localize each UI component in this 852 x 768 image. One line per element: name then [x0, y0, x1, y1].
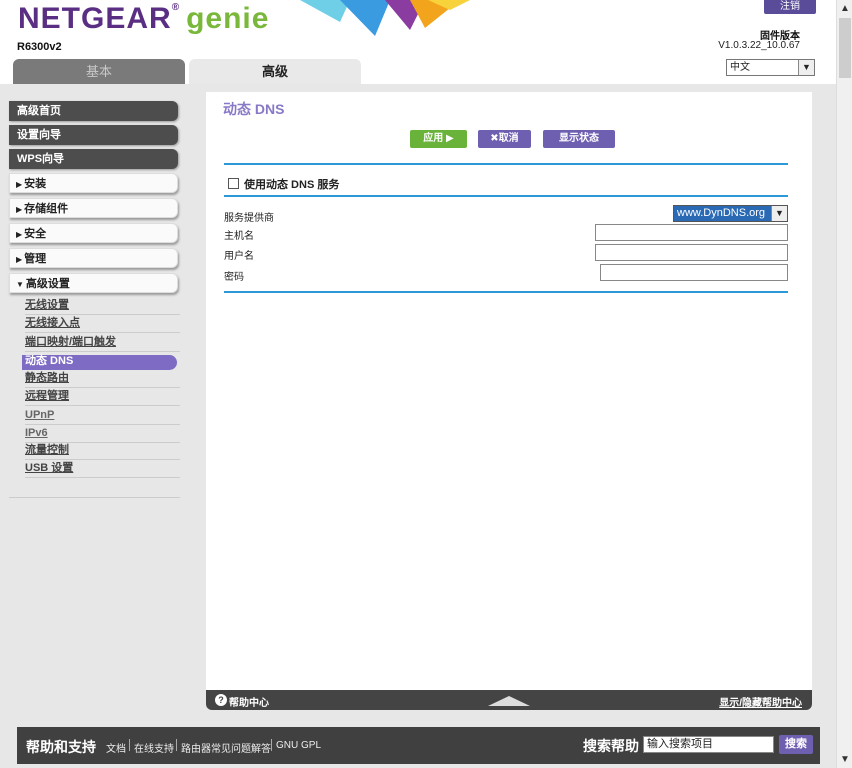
sidebar-item-admin[interactable]: ▶ 管理	[9, 248, 178, 268]
triangle-right-icon: ▶	[16, 205, 23, 214]
use-ddns-row: 使用动态 DNS 服务	[228, 176, 339, 192]
provider-label: 服务提供商	[224, 213, 274, 224]
divider-line	[224, 195, 788, 197]
use-ddns-checkbox[interactable]	[228, 178, 239, 189]
sidebar-item-label: 安全	[24, 228, 47, 240]
footer-separator	[176, 739, 177, 751]
toggle-help-center-link[interactable]: 显示/隐藏帮助中心	[719, 694, 802, 709]
user-name-label: 用户名	[224, 251, 254, 262]
sidebar-subitem-usb-settings[interactable]: USB 设置	[25, 460, 180, 478]
triangle-down-icon: ▼	[16, 280, 24, 289]
footer-link-online-support[interactable]: 在线支持	[134, 740, 174, 755]
expand-up-arrow-icon[interactable]	[488, 696, 530, 706]
search-button[interactable]: 搜索	[779, 735, 813, 754]
footer-link-docs[interactable]: 文档	[106, 740, 126, 755]
decorative-triangles-graphic	[300, 0, 470, 36]
tab-basic[interactable]: 基本	[13, 59, 185, 84]
language-select[interactable]: 中文 ▼	[726, 59, 815, 76]
scroll-up-arrow-icon[interactable]: ▲	[837, 0, 852, 17]
host-name-input[interactable]	[595, 224, 788, 241]
provider-selected-value: www.DynDNS.org	[674, 206, 772, 221]
scroll-down-arrow-icon[interactable]: ▼	[837, 751, 852, 768]
use-ddns-label: 使用动态 DNS 服务	[244, 179, 340, 191]
triangle-right-icon: ▶	[16, 255, 23, 264]
footer-link-router-faq[interactable]: 路由器常见问题解答	[181, 740, 271, 755]
cancel-button-label: 取消	[498, 133, 519, 144]
content-panel: 动态 DNS 应用 ▶ ✖取消 显示状态 使用动态 DNS 服务 服务提供商 w…	[206, 92, 812, 690]
sidebar-subitem-ipv6[interactable]: IPv6	[25, 425, 180, 443]
logo-reg-mark: ®	[171, 2, 181, 13]
triangle-right-icon: ▶	[16, 230, 23, 239]
show-status-button[interactable]: 显示状态	[543, 130, 615, 148]
search-input[interactable]: 输入搜索项目	[643, 736, 774, 753]
footer-separator	[271, 739, 272, 751]
sidebar-subitem-traffic-meter[interactable]: 流量控制	[25, 442, 180, 460]
cancel-button[interactable]: ✖取消	[478, 130, 531, 148]
sidebar-item-label: 高级设置	[25, 278, 70, 290]
page-title: 动态 DNS	[223, 101, 285, 117]
sidebar-item-label: 安装	[24, 178, 47, 190]
sidebar-item-advanced-home[interactable]: 高级首页	[9, 101, 178, 121]
sidebar-divider	[9, 497, 180, 498]
password-input[interactable]	[600, 264, 788, 281]
netgear-genie-logo: NETGEAR® genie	[18, 2, 269, 36]
chevron-down-icon: ▼	[771, 206, 787, 221]
divider-line	[224, 163, 788, 165]
sidebar: 高级首页 设置向导 WPS向导 ▶ 安装 ▶ 存储组件 ▶ 安全 ▶ 管理 ▼ 高级设置 …	[0, 84, 200, 504]
close-icon: ✖	[490, 133, 499, 144]
footer: 帮助和支持 文档 在线支持 路由器常见问题解答 GNU GPL 搜索帮助 输入搜…	[17, 727, 820, 764]
search-help-label: 搜索帮助	[583, 738, 639, 754]
footer-link-gnu-gpl[interactable]: GNU GPL	[276, 740, 321, 751]
logout-button[interactable]: 注销	[764, 0, 816, 14]
provider-select[interactable]: www.DynDNS.org ▼	[673, 205, 788, 222]
help-center-label: 帮助中心	[229, 698, 269, 709]
chevron-down-icon: ▼	[798, 60, 814, 75]
scrollbar-thumb[interactable]	[839, 18, 851, 78]
sidebar-item-setup[interactable]: ▶ 安装	[9, 173, 178, 193]
sidebar-subitem-wireless-settings[interactable]: 无线设置	[25, 297, 180, 315]
apply-button[interactable]: 应用 ▶	[410, 130, 467, 148]
sidebar-item-advanced-setup[interactable]: ▼ 高级设置	[9, 273, 178, 293]
sidebar-subitem-port-forwarding[interactable]: 端口映射/端口触发	[25, 334, 180, 352]
sidebar-subitem-dynamic-dns[interactable]: 动态 DNS	[22, 355, 177, 370]
sidebar-item-storage[interactable]: ▶ 存储组件	[9, 198, 178, 218]
sidebar-subitem-wireless-ap[interactable]: 无线接入点	[25, 315, 180, 333]
router-model: R6300v2	[17, 41, 62, 53]
help-question-icon: ?	[215, 694, 227, 706]
footer-separator	[129, 739, 130, 751]
user-name-input[interactable]	[595, 244, 788, 261]
logo-netgear-text: NETGEAR	[18, 2, 172, 35]
sidebar-subitem-static-routes[interactable]: 静态路由	[25, 370, 180, 388]
sidebar-item-setup-wizard[interactable]: 设置向导	[9, 125, 178, 145]
logo-genie-text: genie	[186, 2, 270, 35]
sidebar-item-label: 存储组件	[24, 203, 69, 215]
triangle-right-icon: ▶	[16, 180, 23, 189]
password-label: 密码	[224, 272, 244, 283]
sidebar-item-security[interactable]: ▶ 安全	[9, 223, 178, 243]
sidebar-item-label: 管理	[24, 253, 47, 265]
help-center-bar: ? 帮助中心 显示/隐藏帮助中心	[206, 690, 812, 710]
sidebar-subitem-upnp[interactable]: UPnP	[25, 407, 180, 425]
divider-line	[224, 291, 788, 293]
firmware-version-value: V1.0.3.22_10.0.67	[718, 40, 800, 51]
language-selected-value: 中文	[730, 62, 750, 73]
sidebar-item-wps-wizard[interactable]: WPS向导	[9, 149, 178, 169]
vertical-scrollbar[interactable]: ▲ ▼	[836, 0, 852, 768]
tab-advanced[interactable]: 高级	[189, 59, 361, 84]
host-name-label: 主机名	[224, 231, 254, 242]
sidebar-subitem-remote-management[interactable]: 远程管理	[25, 388, 180, 406]
footer-title: 帮助和支持	[26, 739, 96, 755]
